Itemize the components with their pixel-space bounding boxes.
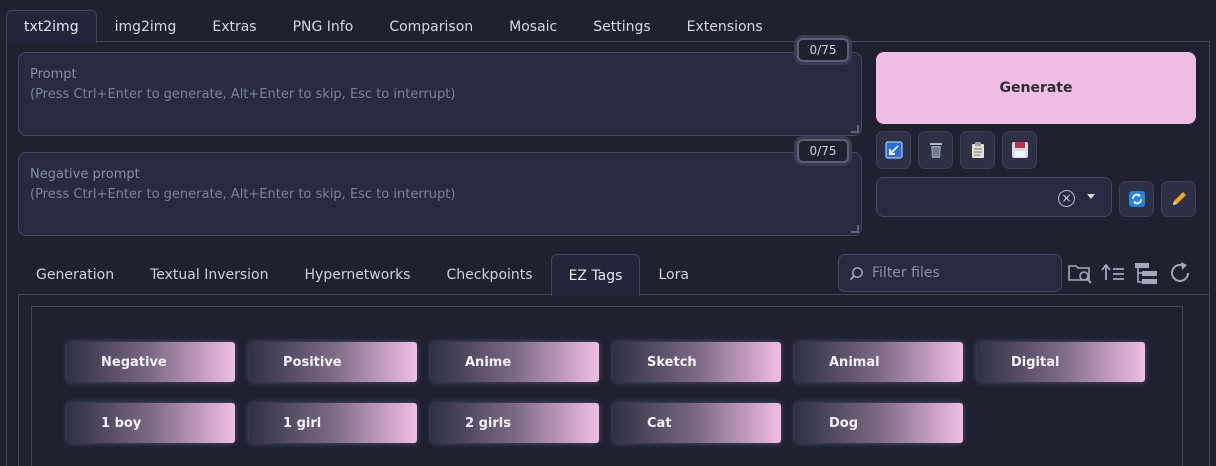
clipboard-icon	[971, 142, 984, 158]
tab-png-info[interactable]: PNG Info	[275, 10, 372, 42]
tab-txt2img[interactable]: txt2img	[6, 10, 97, 43]
filter-files-field[interactable]	[838, 254, 1062, 292]
checkbox-arrow-icon	[885, 141, 902, 159]
negative-prompt-token-counter: 0/75	[797, 139, 849, 163]
styles-dropdown[interactable]: ×	[876, 177, 1112, 217]
negative-prompt-hint: (Press Ctrl+Enter to generate, Alt+Enter…	[30, 187, 456, 202]
folder-search-icon[interactable]	[1067, 260, 1093, 286]
tag-button-cat[interactable]: Cat	[613, 403, 781, 443]
tag-button-negative[interactable]: Negative	[67, 342, 235, 382]
negative-prompt-textarea[interactable]: Negative prompt (Press Ctrl+Enter to gen…	[18, 152, 862, 236]
refresh-styles-button[interactable]	[1119, 181, 1154, 217]
pencil-icon	[1172, 192, 1186, 205]
edit-styles-button[interactable]	[1161, 181, 1196, 217]
generate-button[interactable]: Generate	[876, 52, 1196, 124]
tab-checkpoints[interactable]: Checkpoints	[428, 254, 550, 294]
tag-button-anime[interactable]: Anime	[431, 342, 599, 382]
prompt-hint: (Press Ctrl+Enter to generate, Alt+Enter…	[30, 87, 456, 102]
resize-handle-icon[interactable]	[851, 125, 859, 133]
tree-view-icon[interactable]	[1133, 260, 1159, 286]
search-icon	[849, 266, 863, 280]
tab-hypernetworks[interactable]: Hypernetworks	[287, 254, 429, 294]
prompt-label: Prompt	[30, 67, 77, 82]
tab-textual-inversion[interactable]: Textual Inversion	[132, 254, 286, 294]
prompt-token-counter: 0/75	[797, 38, 849, 62]
tag-button-digital[interactable]: Digital	[977, 342, 1145, 382]
tag-button-animal[interactable]: Animal	[795, 342, 963, 382]
save-style-button[interactable]	[1002, 131, 1037, 169]
clear-prompt-button[interactable]	[918, 131, 953, 169]
tab-extras[interactable]: Extras	[194, 10, 274, 42]
floppy-disk-icon	[1011, 142, 1028, 158]
sort-icon[interactable]	[1100, 260, 1126, 286]
filter-files-input[interactable]	[872, 265, 1042, 281]
tag-button-positive[interactable]: Positive	[249, 342, 417, 382]
tag-button-1-girl[interactable]: 1 girl	[249, 403, 417, 443]
top-panel-border-left	[6, 41, 7, 466]
negative-prompt-label: Negative prompt	[30, 167, 140, 182]
top-panel-border	[6, 41, 1210, 42]
tab-img2img[interactable]: img2img	[97, 10, 195, 42]
tag-button-1-boy[interactable]: 1 boy	[67, 403, 235, 443]
top-tab-bar: txt2img img2img Extras PNG Info Comparis…	[6, 10, 781, 43]
chevron-down-icon	[1087, 194, 1095, 199]
tab-ez-tags[interactable]: EZ Tags	[550, 254, 641, 296]
refresh-icon[interactable]	[1167, 260, 1193, 286]
extra-networks-tab-bar: Generation Textual Inversion Hypernetwor…	[18, 254, 707, 296]
trash-icon	[929, 143, 942, 158]
prompt-textarea[interactable]: Prompt (Press Ctrl+Enter to generate, Al…	[18, 52, 862, 136]
tag-button-sketch[interactable]: Sketch	[613, 342, 781, 382]
tab-comparison[interactable]: Comparison	[371, 10, 491, 42]
tab-generation[interactable]: Generation	[18, 254, 132, 294]
tab-settings[interactable]: Settings	[575, 10, 668, 42]
apply-styles-button[interactable]	[960, 131, 995, 169]
tab-extensions[interactable]: Extensions	[669, 10, 781, 42]
tag-button-2-girls[interactable]: 2 girls	[431, 403, 599, 443]
tab-lora[interactable]: Lora	[640, 254, 706, 294]
read-parameters-button[interactable]	[876, 131, 911, 169]
resize-handle-icon[interactable]	[851, 225, 859, 233]
refresh-icon	[1128, 191, 1145, 207]
tag-button-dog[interactable]: Dog	[795, 403, 963, 443]
tab-mosaic[interactable]: Mosaic	[491, 10, 575, 42]
clear-icon[interactable]: ×	[1058, 190, 1075, 207]
